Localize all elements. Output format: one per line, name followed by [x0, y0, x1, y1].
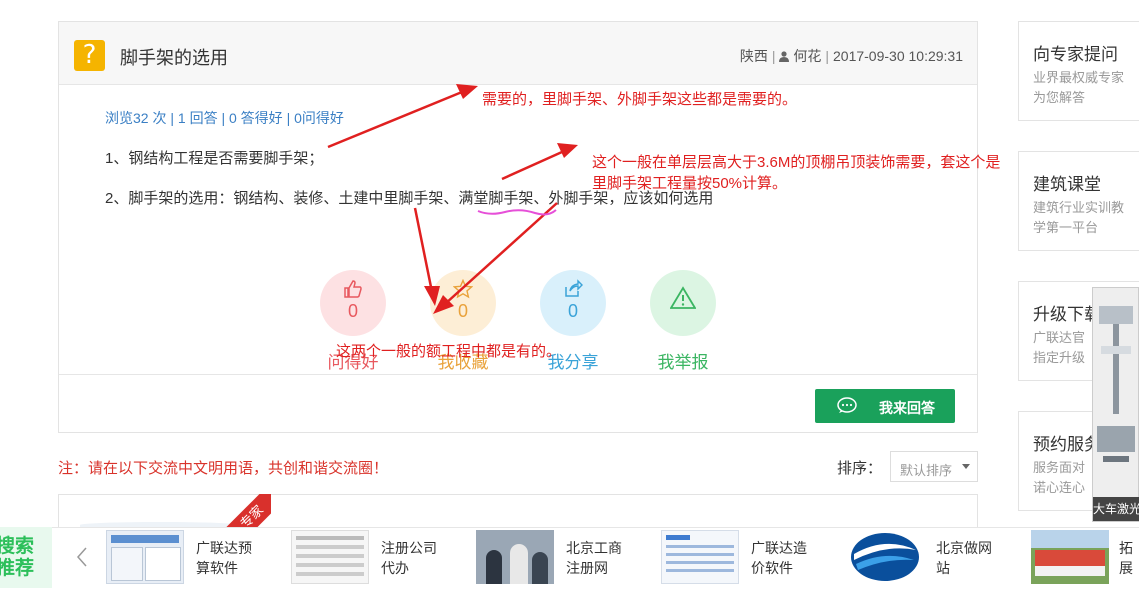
ad-link[interactable]: 广联达造 价软件: [751, 538, 807, 578]
search-recommend-tag: 搜索 推荐: [0, 527, 52, 588]
ad-link[interactable]: 广联达预 算软件: [196, 538, 252, 578]
ad-thumbnail[interactable]: [846, 530, 924, 584]
annotation-2-line-2: 里脚手架工程量按50%计算。: [592, 175, 788, 192]
ad-link[interactable]: 北京工商 注册网: [566, 538, 622, 578]
annotation-1: 需要的，里脚手架、外脚手架这些都是需要的。: [482, 91, 798, 108]
ad-link[interactable]: 注册公司 代办: [381, 538, 437, 578]
annotation-2-line-1: 这个一般在单层层高大于3.6M的顶棚吊顶装饰需要，套这个是: [592, 154, 1001, 171]
ad-thumbnail[interactable]: [661, 530, 739, 584]
annotation-3: 这两个一般的额工程中都是有的。: [336, 343, 562, 360]
search-tag-line-2: 推荐: [0, 558, 35, 579]
ad-link[interactable]: 拓展: [1119, 538, 1139, 578]
ad-link[interactable]: 北京做网站: [936, 538, 992, 578]
chevron-left-icon[interactable]: [72, 544, 92, 570]
ad-thumbnail[interactable]: [1031, 530, 1109, 584]
ad-thumbnail[interactable]: [106, 530, 184, 584]
ad-thumbnail[interactable]: [291, 530, 369, 584]
search-tag-line-1: 搜索: [0, 536, 35, 557]
ad-thumbnail[interactable]: [476, 530, 554, 584]
